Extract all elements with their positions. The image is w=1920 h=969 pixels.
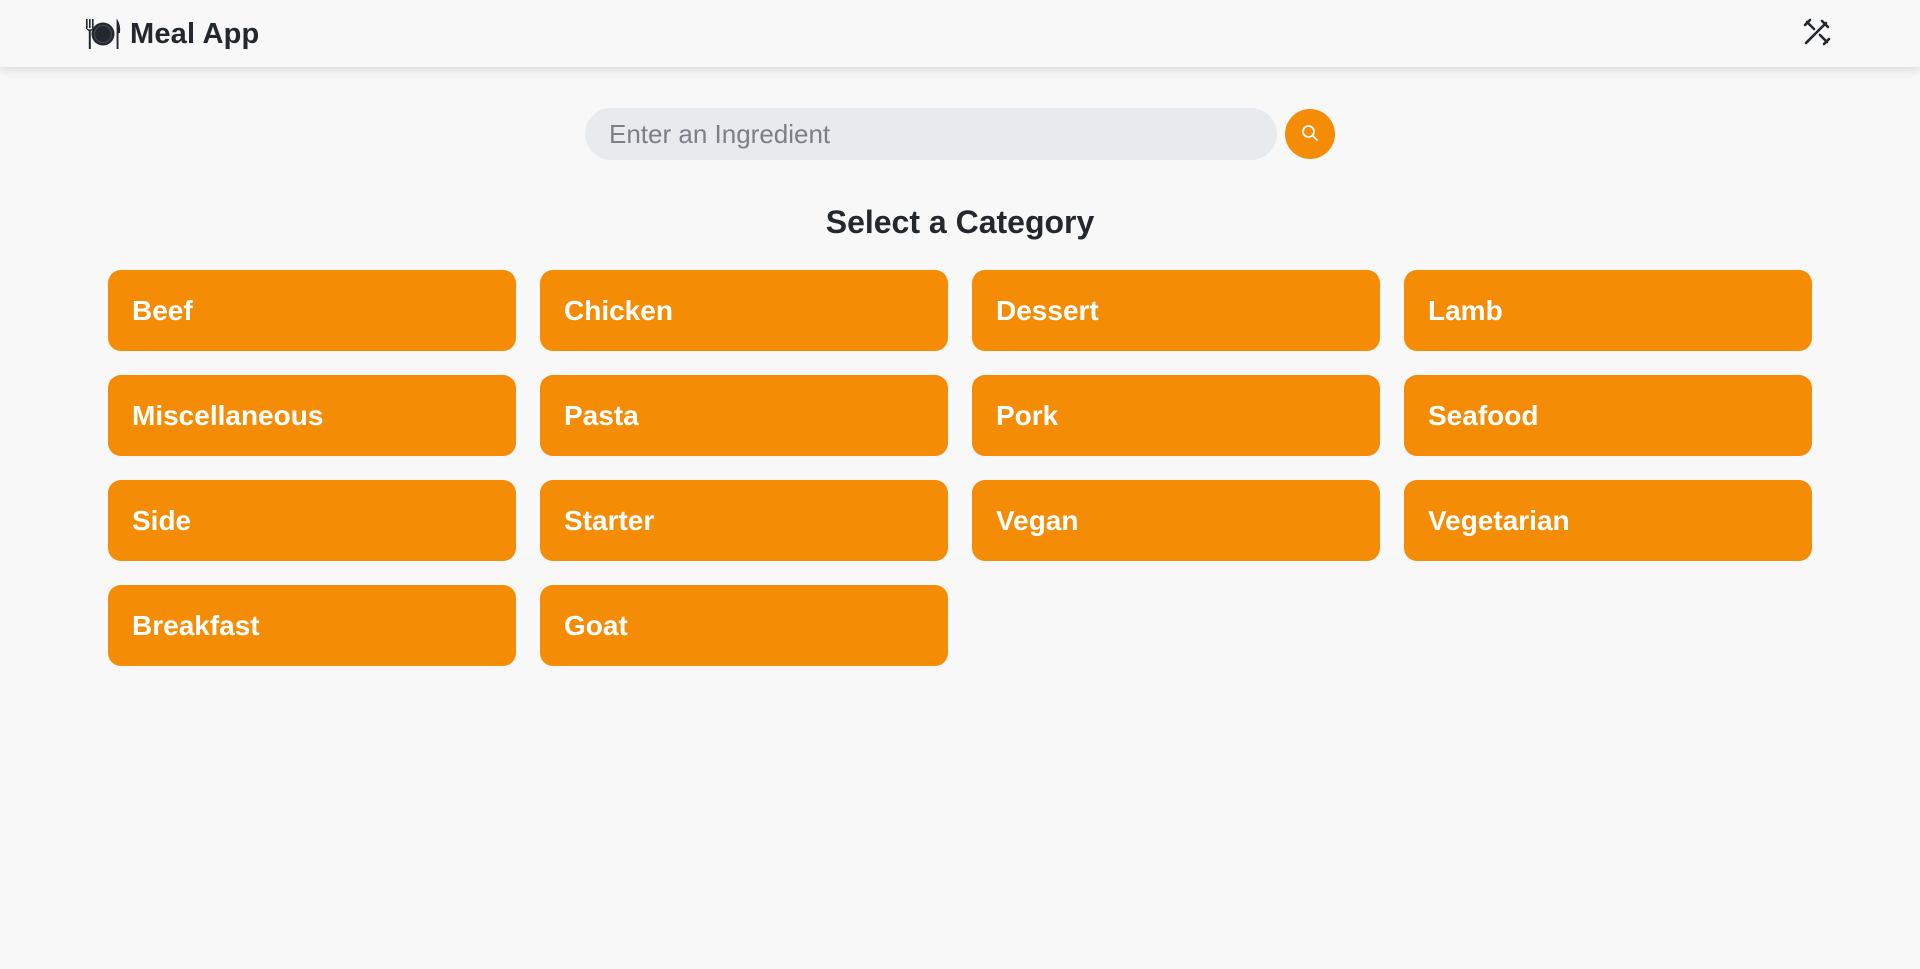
category-lamb[interactable]: Lamb bbox=[1404, 270, 1812, 351]
navbar: Meal App bbox=[0, 0, 1920, 67]
ingredient-search-input[interactable] bbox=[585, 108, 1277, 160]
category-breakfast[interactable]: Breakfast bbox=[108, 585, 516, 666]
category-grid: Beef Chicken Dessert Lamb Miscellaneous … bbox=[108, 270, 1812, 666]
category-pork[interactable]: Pork bbox=[972, 375, 1380, 456]
tools-button[interactable] bbox=[1801, 18, 1833, 50]
category-vegan[interactable]: Vegan bbox=[972, 480, 1380, 561]
category-vegetarian[interactable]: Vegetarian bbox=[1404, 480, 1812, 561]
search-bar bbox=[585, 108, 1335, 160]
category-starter[interactable]: Starter bbox=[540, 480, 948, 561]
category-pasta[interactable]: Pasta bbox=[540, 375, 948, 456]
page-title: Select a Category bbox=[825, 204, 1095, 240]
category-side[interactable]: Side bbox=[108, 480, 516, 561]
search-button[interactable] bbox=[1285, 109, 1335, 159]
plate-with-utensils-icon bbox=[84, 17, 122, 51]
category-chicken[interactable]: Chicken bbox=[540, 270, 948, 351]
category-beef[interactable]: Beef bbox=[108, 270, 516, 351]
category-seafood[interactable]: Seafood bbox=[1404, 375, 1812, 456]
app-title: Meal App bbox=[130, 17, 260, 50]
category-goat[interactable]: Goat bbox=[540, 585, 948, 666]
category-miscellaneous[interactable]: Miscellaneous bbox=[108, 375, 516, 456]
tools-icon bbox=[1802, 17, 1832, 52]
search-icon bbox=[1301, 124, 1319, 145]
brand-link[interactable]: Meal App bbox=[84, 16, 259, 52]
category-dessert[interactable]: Dessert bbox=[972, 270, 1380, 351]
